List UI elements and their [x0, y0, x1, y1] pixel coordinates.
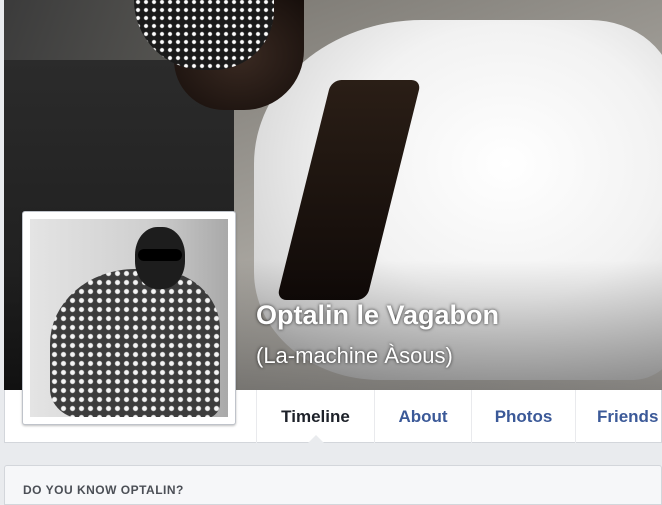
tab-about[interactable]: About: [374, 390, 471, 443]
profile-picture-image: [30, 219, 228, 417]
know-card-title: DO YOU KNOW OPTALIN?: [23, 483, 184, 497]
profile-picture[interactable]: [22, 211, 236, 425]
tab-photos[interactable]: Photos: [471, 390, 575, 443]
avatar-sunglasses-shape: [138, 249, 182, 261]
tab-friends[interactable]: Friends: [575, 390, 662, 443]
profile-name[interactable]: Optalin le Vagabon: [256, 300, 499, 331]
profile-alternate-name: (La-machine Àsous): [256, 343, 453, 368]
profile-tab-bar: Timeline About Photos Friends: [256, 390, 662, 443]
tab-timeline[interactable]: Timeline: [256, 390, 374, 443]
people-you-may-know-card: DO YOU KNOW OPTALIN?: [4, 465, 662, 505]
avatar-body-shape: [50, 269, 220, 417]
